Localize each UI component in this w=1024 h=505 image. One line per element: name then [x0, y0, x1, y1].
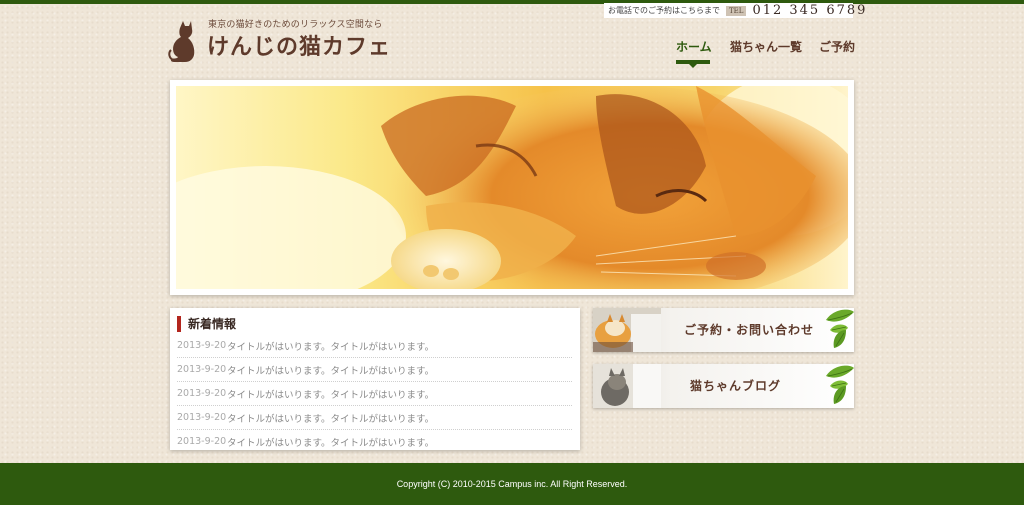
reservation-contact-banner[interactable]: ご予約・お問い合わせ: [593, 308, 854, 352]
news-item[interactable]: 2013-9-20 タイトルがはいります。タイトルがはいります。: [177, 358, 572, 382]
banner-label: ご予約・お問い合わせ: [683, 323, 814, 337]
site-title[interactable]: けんじの猫カフェ: [207, 29, 391, 61]
phone-contact: お電話でのご予約はこちらまで TEL 012 345 6789: [604, 3, 865, 18]
leaf-icon: [826, 309, 854, 348]
news-title-link[interactable]: タイトルがはいります。タイトルがはいります。: [227, 363, 434, 377]
news-item[interactable]: 2013-9-20 タイトルがはいります。タイトルがはいります。: [177, 382, 572, 406]
nav-item-reservation[interactable]: ご予約: [819, 38, 855, 55]
news-panel: 新着情報 2013-9-20 タイトルがはいります。タイトルがはいります。 20…: [170, 308, 580, 450]
top-accent-bar: [0, 0, 1024, 4]
phone-number: 012 345 6789: [752, 3, 868, 18]
news-date: 2013-9-20: [177, 436, 227, 447]
news-date: 2013-9-20: [177, 412, 227, 423]
cat-blog-banner[interactable]: 猫ちゃんブログ: [593, 364, 854, 408]
copyright-text: Copyright (C) 2010-2015 Campus inc. All …: [396, 479, 628, 489]
news-list: 2013-9-20 タイトルがはいります。タイトルがはいります。 2013-9-…: [177, 334, 572, 453]
nav-item-home[interactable]: ホーム: [676, 38, 712, 55]
hero-banner: [170, 80, 854, 295]
site-footer: Copyright (C) 2010-2015 Campus inc. All …: [0, 463, 1024, 505]
news-title-link[interactable]: タイトルがはいります。タイトルがはいります。: [227, 435, 434, 449]
kitten-photo-illustration: [176, 86, 848, 289]
cat-silhouette-icon: [168, 21, 195, 62]
news-title-link[interactable]: タイトルがはいります。タイトルがはいります。: [227, 387, 434, 401]
news-date: 2013-9-20: [177, 340, 227, 351]
news-title-link[interactable]: タイトルがはいります。タイトルがはいります。: [227, 411, 434, 425]
news-heading: 新着情報: [177, 316, 236, 332]
nav-item-cats[interactable]: 猫ちゃん一覧: [730, 38, 802, 55]
news-item[interactable]: 2013-9-20 タイトルがはいります。タイトルがはいります。: [177, 406, 572, 430]
phone-note: お電話でのご予約はこちらまで: [608, 6, 720, 15]
site-logo[interactable]: 東京の猫好きのためのリラックス空間なら けんじの猫カフェ: [168, 17, 408, 65]
leaf-icon: [826, 365, 854, 404]
banner-label: 猫ちゃんブログ: [689, 379, 781, 393]
news-item[interactable]: 2013-9-20 タイトルがはいります。タイトルがはいります。: [177, 430, 572, 453]
tel-badge: TEL: [726, 5, 747, 16]
news-date: 2013-9-20: [177, 388, 227, 399]
news-date: 2013-9-20: [177, 364, 227, 375]
news-title-link[interactable]: タイトルがはいります。タイトルがはいります。: [227, 339, 434, 353]
hero-image: [176, 86, 848, 289]
news-item[interactable]: 2013-9-20 タイトルがはいります。タイトルがはいります。: [177, 334, 572, 358]
nav-active-caret: [689, 64, 697, 68]
